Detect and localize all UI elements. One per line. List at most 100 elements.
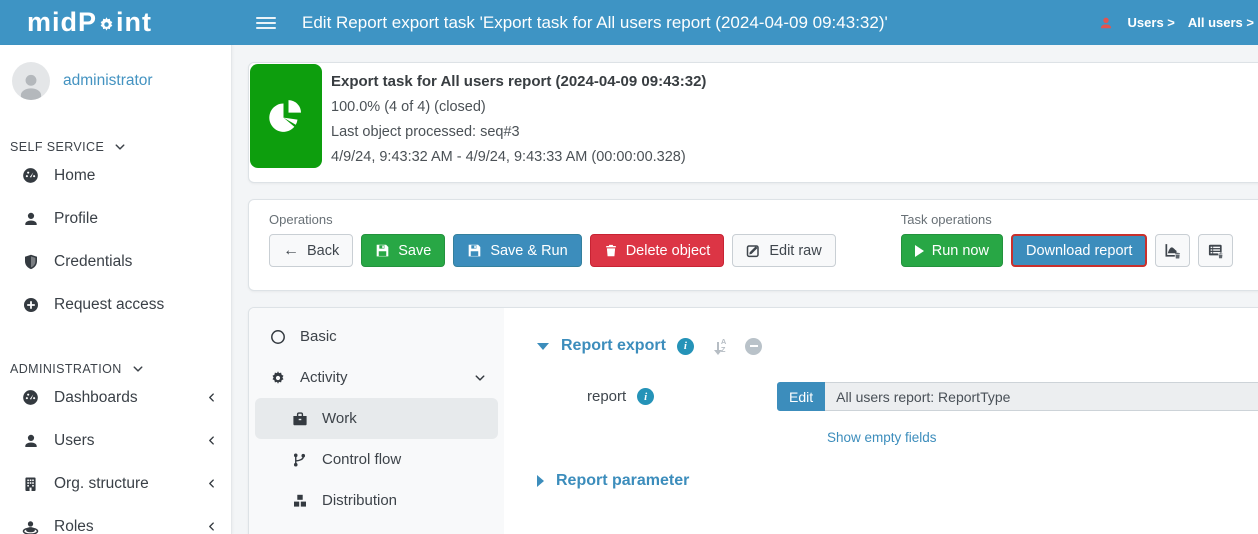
floppy-icon [467, 243, 482, 258]
sidebar-item-org-structure[interactable]: Org. structure [0, 462, 231, 505]
task-summary-panel: Export task for All users report (2024-0… [248, 62, 1258, 183]
show-empty-fields-link[interactable]: Show empty fields [827, 430, 937, 445]
sidebar-item-users[interactable]: Users [0, 419, 231, 462]
floppy-icon [375, 243, 390, 258]
task-time-range: 4/9/24, 9:43:32 AM - 4/9/24, 9:43:33 AM … [331, 149, 1258, 165]
briefcase-icon [291, 411, 308, 427]
sidebar-item-roles[interactable]: Roles [0, 505, 231, 534]
remove-section-icon[interactable] [745, 338, 762, 355]
dashboard-icon [22, 389, 39, 406]
report-value-field: All users report: ReportType [825, 382, 1258, 411]
user-icon [22, 211, 39, 227]
section-title[interactable]: Report export [561, 337, 666, 355]
page-title: Edit Report export task 'Export task for… [302, 13, 888, 33]
sidebar-item-credentials[interactable]: Credentials [0, 240, 231, 283]
logo-gear-icon [98, 16, 115, 33]
edit-icon [746, 243, 761, 258]
avatar [12, 62, 50, 100]
chevron-down-icon [132, 363, 144, 375]
user-icon [1099, 16, 1113, 30]
info-icon[interactable]: i [677, 338, 694, 355]
chevron-left-icon [206, 391, 217, 404]
work-panel: Report export i AZ report i Edit [504, 308, 1258, 534]
sidebar-item-dashboards[interactable]: Dashboards [0, 376, 231, 419]
operations-toolbar: Operations ← Back [248, 199, 1258, 291]
menu-item-control-flow[interactable]: Control flow [255, 439, 498, 480]
save-button[interactable]: Save [361, 234, 445, 267]
breadcrumb-all-users[interactable]: All users > [1188, 15, 1254, 30]
task-details-panel: Basic Activity [248, 307, 1258, 534]
midpoint-logo[interactable]: midP int [0, 7, 232, 38]
user-panel: administrator [0, 45, 231, 100]
caret-right-icon[interactable] [537, 475, 544, 487]
pie-chart-icon [266, 96, 306, 136]
sidebar: administrator SELF SERVICE Home [0, 45, 232, 534]
chevron-down-icon [474, 372, 486, 384]
chevron-down-icon [114, 141, 126, 153]
breadcrumb-users[interactable]: Users > [1128, 15, 1175, 30]
chart-trash-icon [1164, 242, 1181, 259]
task-progress: 100.0% (4 of 4) (closed) [331, 99, 1258, 115]
main-content: Export task for All users report (2024-0… [232, 45, 1258, 534]
run-now-button[interactable]: Run now [901, 234, 1003, 267]
operations-label: Operations [269, 212, 836, 227]
gear-icon [269, 370, 286, 386]
building-icon [22, 476, 39, 492]
details-menu: Basic Activity [249, 308, 504, 534]
report-export-section-header: Report export i AZ [537, 337, 1258, 355]
logo-text-prefix: midP [27, 7, 97, 38]
task-last-object: Last object processed: seq#3 [331, 124, 1258, 140]
sidebar-item-request-access[interactable]: Request access [0, 283, 231, 326]
cleanup-report-data-button[interactable] [1155, 234, 1190, 267]
shield-icon [22, 254, 39, 270]
sidebar-section-administration[interactable]: ADMINISTRATION [0, 362, 231, 376]
menu-item-distribution[interactable]: Distribution [255, 480, 498, 521]
section-title[interactable]: Report parameter [556, 472, 689, 490]
delete-object-button[interactable]: Delete object [590, 234, 725, 267]
chevron-left-icon [206, 477, 217, 490]
logo-text-suffix: int [116, 7, 152, 38]
user-icon [22, 433, 39, 449]
menu-item-activity[interactable]: Activity [255, 357, 498, 398]
list-trash-icon [1207, 242, 1224, 259]
task-summary-text: Export task for All users report (2024-0… [331, 63, 1258, 165]
menu-item-work[interactable]: Work [255, 398, 498, 439]
report-input-group: Edit All users report: ReportType [777, 382, 1258, 411]
logged-in-user-link[interactable]: administrator [63, 72, 153, 90]
sidebar-item-profile[interactable]: Profile [0, 197, 231, 240]
play-icon [915, 245, 924, 257]
report-field-label: report [587, 388, 626, 405]
menu-item-basic[interactable]: Basic [255, 316, 498, 357]
menu-toggle-icon[interactable] [256, 17, 276, 29]
caret-down-icon[interactable] [537, 343, 549, 350]
roles-icon [22, 518, 39, 534]
info-icon[interactable]: i [637, 388, 654, 405]
dashboard-icon [22, 167, 39, 184]
report-parameter-section-header: Report parameter [537, 472, 1258, 490]
cubes-icon [291, 493, 308, 509]
task-operations-group: Task operations Run now Download report [901, 212, 1234, 267]
save-and-run-button[interactable]: Save & Run [453, 234, 581, 267]
trash-icon [604, 243, 618, 258]
download-report-button[interactable]: Download report [1011, 234, 1147, 267]
circle-icon [269, 329, 286, 345]
top-bar: midP int Edit Report export task 'Export… [0, 0, 1258, 45]
report-field-row: report i Edit All users report: ReportTy… [537, 382, 1258, 411]
breadcrumb: Users > All users > [1099, 15, 1258, 30]
sidebar-item-home[interactable]: Home [0, 154, 231, 197]
task-display-name: Export task for All users report (2024-0… [331, 73, 1258, 90]
chevron-left-icon [206, 434, 217, 447]
operations-group: Operations ← Back [269, 212, 836, 267]
chevron-left-icon [206, 520, 217, 533]
back-button[interactable]: ← Back [269, 234, 353, 267]
midpoint-app: midP int Edit Report export task 'Export… [0, 0, 1258, 534]
branch-icon [291, 452, 308, 468]
plus-circle-icon [22, 297, 39, 313]
edit-raw-button[interactable]: Edit raw [732, 234, 835, 267]
task-type-icon-box [250, 64, 322, 168]
cleanup-task-results-button[interactable] [1198, 234, 1233, 267]
sort-properties-icon[interactable]: AZ [717, 338, 726, 354]
edit-report-button[interactable]: Edit [777, 382, 825, 411]
sidebar-section-self-service[interactable]: SELF SERVICE [0, 140, 231, 154]
task-operations-label: Task operations [901, 212, 1234, 227]
